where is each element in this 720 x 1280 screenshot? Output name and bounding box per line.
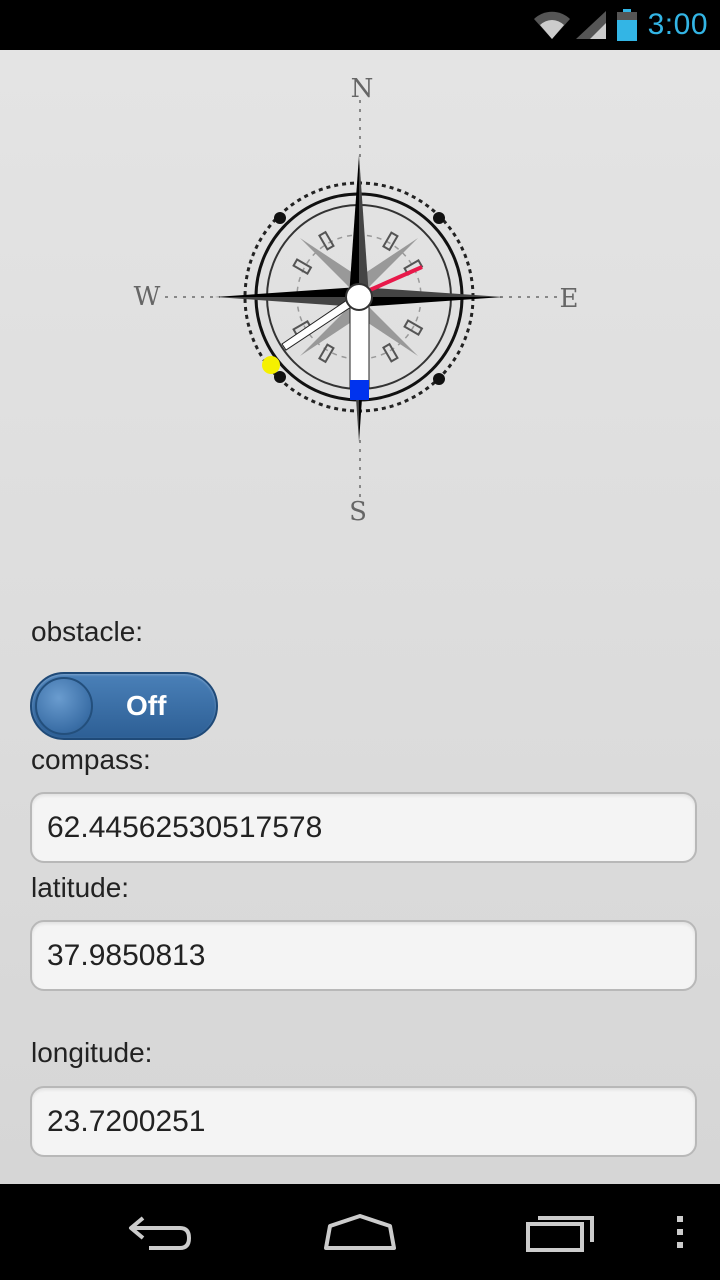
main-content: N S W E obstacle: Off compass: 62.445625… [0, 50, 720, 1184]
latitude-field[interactable]: 37.9850813 [30, 920, 697, 991]
compass-east-label: E [560, 284, 579, 314]
nav-bar [0, 1184, 720, 1280]
back-button[interactable] [110, 1184, 210, 1280]
obstacle-toggle[interactable]: Off [30, 672, 218, 740]
status-time: 3:00 [647, 8, 708, 41]
wifi-icon [533, 11, 570, 39]
recents-icon [526, 1216, 594, 1252]
compass-label: compass: [31, 744, 151, 775]
status-bar: 3:00 [0, 0, 720, 50]
status-icons: 3:00 [532, 0, 708, 50]
longitude-field[interactable]: 23.7200251 [30, 1086, 697, 1157]
recents-button[interactable] [510, 1184, 610, 1280]
obstacle-label: obstacle: [31, 616, 144, 647]
signal-icon [575, 11, 606, 39]
back-icon [129, 1216, 192, 1250]
compass-rose: N S W E [134, 74, 579, 527]
compass-marker [262, 356, 280, 374]
compass-west-label: W [134, 282, 161, 312]
compass-needle [281, 265, 423, 400]
home-icon [324, 1214, 396, 1250]
compass-south-label: S [349, 497, 367, 527]
latitude-label: latitude: [31, 872, 130, 903]
menu-icon [677, 1216, 683, 1248]
menu-button[interactable] [660, 1184, 700, 1280]
compass-north-label: N [351, 74, 374, 104]
home-button[interactable] [310, 1184, 410, 1280]
toggle-state: Off [126, 690, 167, 721]
toggle-knob[interactable] [35, 677, 93, 735]
battery-icon [616, 9, 637, 41]
longitude-label: longitude: [31, 1037, 153, 1068]
compass-field[interactable]: 62.44562530517578 [30, 792, 697, 863]
